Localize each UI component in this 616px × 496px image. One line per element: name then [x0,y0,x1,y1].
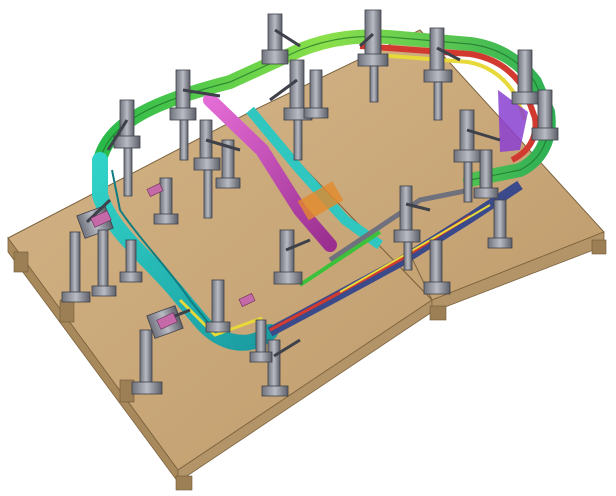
cad-render-canvas [0,0,616,496]
welding-fixture-render [7,9,607,491]
clamp-unit [261,13,289,65]
